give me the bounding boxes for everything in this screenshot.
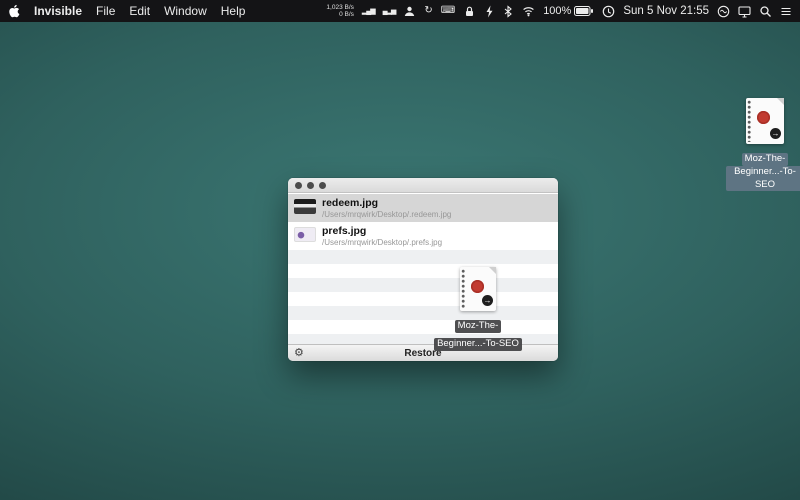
download-arrow-icon: →	[482, 295, 493, 306]
invisible-app-window: redeem.jpg /Users/mrqwirk/Desktop/.redee…	[288, 178, 558, 361]
network-download-rate: 0 B/s	[339, 11, 354, 19]
page-fold-corner	[489, 267, 496, 274]
menu-window[interactable]: Window	[164, 4, 207, 18]
zoom-button[interactable]	[319, 182, 326, 189]
document-file-icon: →	[460, 267, 496, 311]
menu-edit[interactable]: Edit	[129, 4, 150, 18]
notification-center-icon[interactable]	[780, 5, 792, 18]
menu-help[interactable]: Help	[221, 4, 246, 18]
page-fold-corner	[777, 98, 784, 105]
desktop-file-label: Moz-The- Beginner...-To-SEO	[726, 148, 800, 192]
display-icon[interactable]	[738, 5, 751, 18]
user-account-icon[interactable]	[403, 5, 416, 18]
file-thumbnail	[294, 199, 316, 214]
battery-icon	[574, 5, 594, 17]
window-titlebar[interactable]	[288, 178, 558, 193]
sync-icon[interactable]: ↻	[424, 5, 432, 17]
active-app-menu[interactable]: Invisible	[34, 4, 82, 18]
memory-activity-icon[interactable]: ▄▂▅	[383, 7, 396, 15]
spiral-binding	[747, 100, 752, 142]
network-throughput-stats[interactable]: 1,023 B/s 0 B/s	[326, 4, 353, 19]
cpu-activity-icon[interactable]: ▂▄▆	[362, 7, 375, 15]
bluetooth-icon[interactable]	[502, 5, 514, 18]
minimize-button[interactable]	[307, 182, 314, 189]
dragged-file-label: Moz-The- Beginner...-To-SEO	[433, 315, 523, 351]
network-upload-rate: 1,023 B/s	[326, 4, 353, 12]
gear-settings-icon[interactable]: ⚙	[294, 346, 304, 361]
lock-icon[interactable]	[463, 5, 476, 18]
spotlight-search-icon[interactable]	[759, 5, 772, 18]
battery-percent-label: 100%	[543, 5, 571, 17]
desktop-file-moz-pdf[interactable]: → Moz-The- Beginner...-To-SEO	[726, 98, 800, 192]
menu-bar-clock[interactable]: Sun 5 Nov 21:55	[623, 5, 709, 17]
menu-bar: Invisible File Edit Window Help 1,023 B/…	[0, 0, 800, 22]
dragged-file-label-line1: Moz-The-	[455, 320, 502, 333]
desktop-file-label-line1: Moz-The-	[742, 153, 789, 166]
file-name: prefs.jpg	[322, 225, 442, 238]
close-button[interactable]	[295, 182, 302, 189]
file-path: /Users/mrqwirk/Desktop/.prefs.jpg	[322, 238, 442, 247]
wifi-icon[interactable]	[522, 5, 535, 17]
menu-file[interactable]: File	[96, 4, 115, 18]
apple-menu-icon[interactable]	[8, 4, 20, 18]
moz-logo-badge	[757, 111, 770, 124]
siri-icon[interactable]	[717, 5, 730, 18]
battery-status[interactable]: 100%	[543, 5, 594, 17]
file-name: redeem.jpg	[322, 197, 451, 210]
power-bolt-icon[interactable]	[484, 5, 494, 18]
time-machine-icon[interactable]	[602, 5, 615, 18]
keyboard-input-icon[interactable]: ⌨	[441, 5, 455, 17]
dragged-file-label-line2: Beginner...-To-SEO	[434, 338, 522, 351]
list-item-prefs[interactable]: prefs.jpg /Users/mrqwirk/Desktop/.prefs.…	[288, 222, 558, 250]
desktop-file-label-line2: Beginner...-To-SEO	[726, 166, 800, 191]
file-path: /Users/mrqwirk/Desktop/.redeem.jpg	[322, 210, 451, 219]
hidden-files-list: redeem.jpg /Users/mrqwirk/Desktop/.redee…	[288, 194, 558, 344]
desktop-background: Invisible File Edit Window Help 1,023 B/…	[0, 0, 800, 500]
document-file-icon: →	[746, 98, 784, 144]
spiral-binding	[461, 269, 466, 309]
file-thumbnail	[294, 227, 316, 242]
download-arrow-icon: →	[770, 128, 781, 139]
dragged-file-ghost[interactable]: → Moz-The- Beginner...-To-SEO	[433, 267, 523, 351]
list-item-redeem[interactable]: redeem.jpg /Users/mrqwirk/Desktop/.redee…	[288, 194, 558, 222]
moz-logo-badge	[471, 280, 484, 293]
